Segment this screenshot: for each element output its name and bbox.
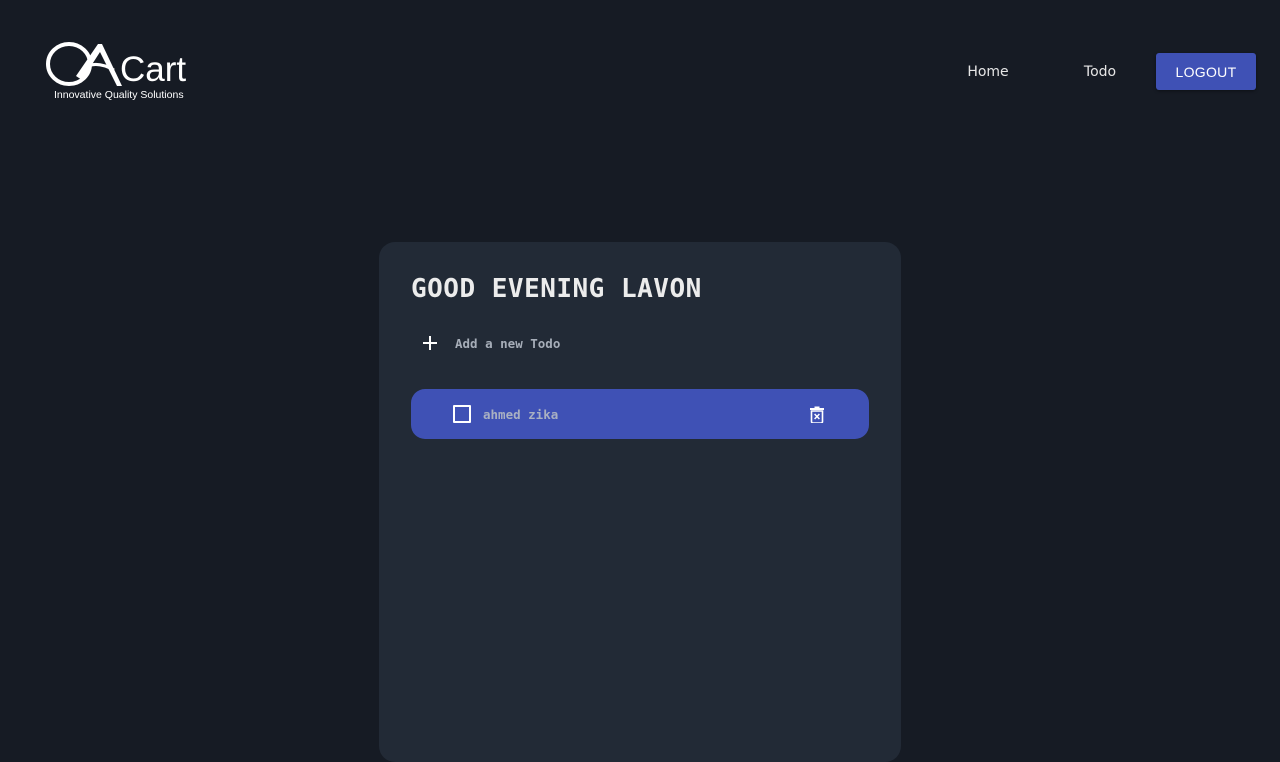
qacart-logo-mark [46,42,122,86]
qacart-logo[interactable]: Cart Innovative Quality Solutions [46,40,206,104]
logout-button[interactable]: LOGOUT [1156,53,1256,90]
delete-todo-button[interactable] [808,404,826,424]
todo-checkbox[interactable] [453,405,471,423]
trash-icon [810,406,824,423]
todo-card: GOOD EVENING LAVON ahmed zika [379,242,901,762]
new-todo-input[interactable] [455,335,855,351]
greeting-title: GOOD EVENING LAVON [411,274,702,304]
nav-link-home[interactable]: Home [932,64,1044,80]
app-header: Cart Innovative Quality Solutions Home T… [0,0,1280,140]
main-nav: Home Todo LOGOUT [932,53,1256,90]
todo-item: ahmed zika [411,389,869,439]
todo-item-text: ahmed zika [483,406,559,422]
logo-tagline: Innovative Quality Solutions [54,89,184,101]
plus-icon[interactable] [423,336,437,350]
nav-link-todo[interactable]: Todo [1044,64,1156,80]
logo-brand-text: Cart [120,50,187,89]
add-todo-row[interactable] [423,332,863,354]
